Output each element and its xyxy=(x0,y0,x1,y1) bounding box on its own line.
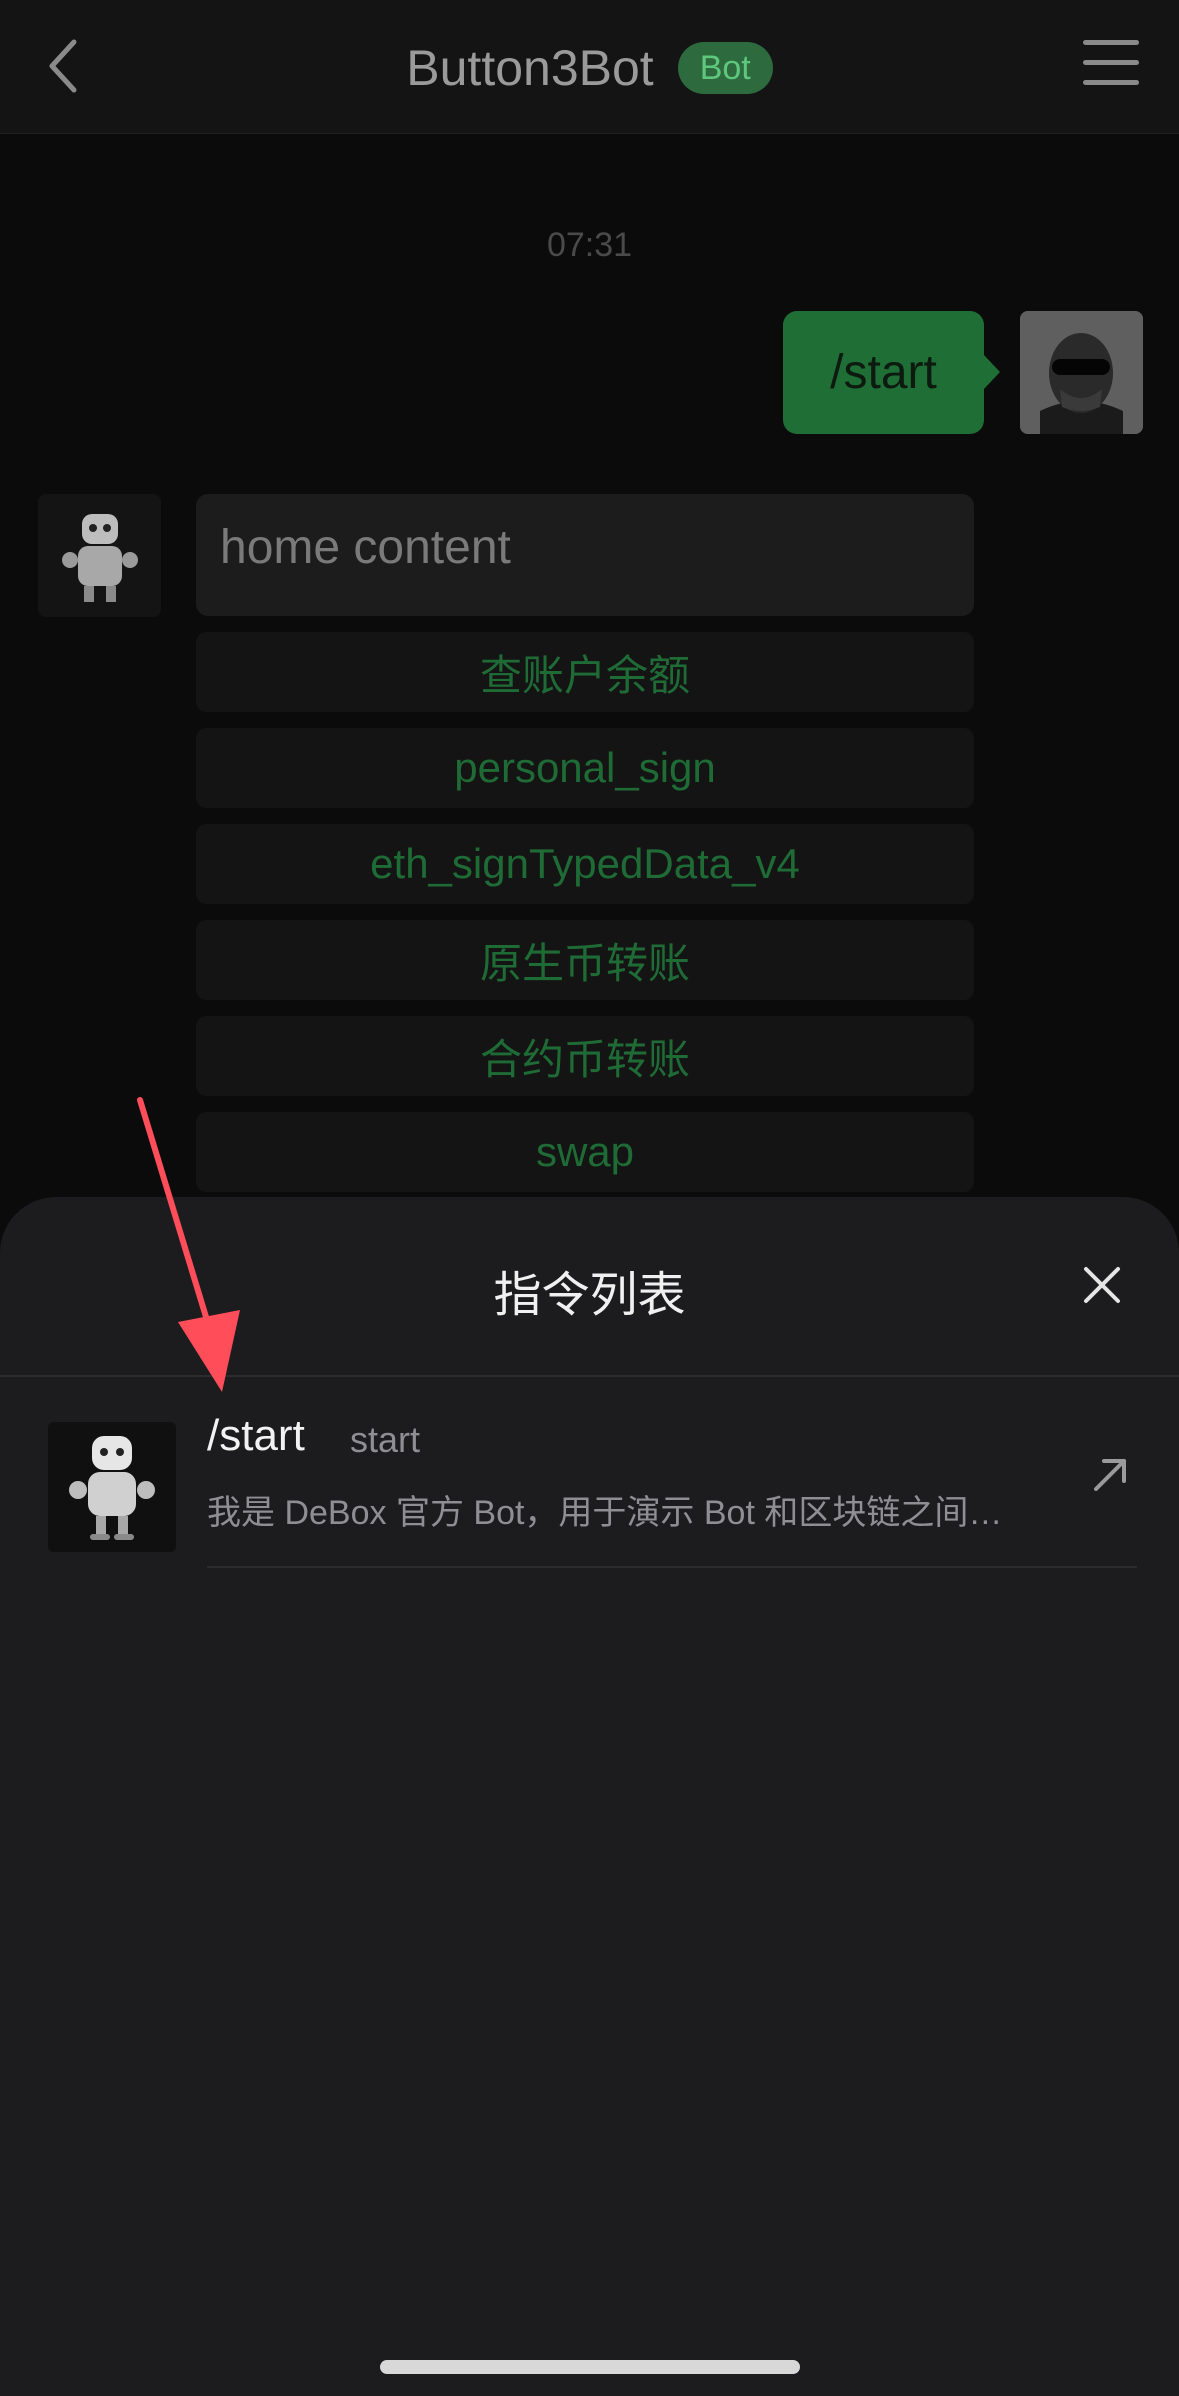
close-button[interactable] xyxy=(1080,1263,1124,1307)
inline-button-balance[interactable]: 查账户余额 xyxy=(196,632,974,712)
sheet-title: 指令列表 xyxy=(493,1269,686,1322)
command-label: start xyxy=(350,1419,421,1460)
bubble-tail xyxy=(984,355,1000,389)
bot-badge: Bot xyxy=(677,42,773,94)
home-indicator[interactable] xyxy=(380,2360,800,2374)
inline-button-native-transfer[interactable]: 原生币转账 xyxy=(196,920,974,1000)
command-bot-avatar xyxy=(48,1422,176,1552)
title-group: Button3Bot Bot xyxy=(0,36,1179,100)
inline-button-token-transfer[interactable]: 合约币转账 xyxy=(196,1016,974,1096)
user-avatar[interactable] xyxy=(1020,311,1143,434)
command-name: /start xyxy=(207,1411,305,1460)
menu-icon xyxy=(1083,40,1139,45)
insert-command-button[interactable] xyxy=(1090,1455,1130,1495)
command-description: 我是 DeBox 官方 Bot，用于演示 Bot 和区块链之间… xyxy=(207,1494,1003,1532)
user-message-bubble[interactable]: /start xyxy=(783,311,984,434)
nav-header: Button3Bot Bot xyxy=(0,0,1179,134)
external-arrow-icon xyxy=(1094,1459,1126,1491)
close-icon xyxy=(1084,1267,1120,1303)
command-item[interactable] xyxy=(0,1377,1179,1567)
chat-title: Button3Bot xyxy=(406,40,654,96)
bot-message-bubble: home content xyxy=(196,494,974,616)
message-timestamp: 07:31 xyxy=(546,226,633,264)
bot-avatar[interactable] xyxy=(38,494,161,617)
command-list-sheet: 指令列表 /start start 我是 DeBox 官方 Bot，用于演示 B… xyxy=(0,1197,1179,2396)
inline-button-personal-sign[interactable]: personal_sign xyxy=(196,728,974,808)
inline-button-swap[interactable]: swap xyxy=(196,1112,974,1192)
item-divider xyxy=(207,1566,1137,1568)
menu-button[interactable] xyxy=(1083,40,1139,90)
inline-button-sign-typed-data[interactable]: eth_signTypedData_v4 xyxy=(196,824,974,904)
